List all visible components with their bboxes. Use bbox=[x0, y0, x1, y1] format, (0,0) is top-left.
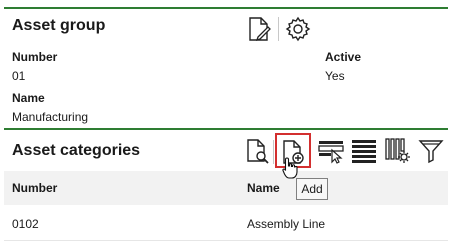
toolbar-separator bbox=[273, 140, 274, 164]
table-row[interactable]: 0102 Assembly Line bbox=[4, 205, 448, 241]
hand-cursor-icon bbox=[282, 157, 298, 179]
table-header: Number Name bbox=[4, 171, 448, 205]
toolbar-separator bbox=[278, 17, 279, 41]
row-number-cell: 0102 bbox=[12, 217, 39, 231]
add-tooltip: Add bbox=[296, 178, 328, 200]
row-name-cell: Assembly Line bbox=[247, 217, 326, 231]
column-header-number[interactable]: Number bbox=[12, 181, 57, 195]
active-value: Yes bbox=[325, 69, 345, 83]
number-value: 01 bbox=[12, 69, 26, 83]
list-view-icon[interactable] bbox=[351, 139, 377, 163]
column-header-name[interactable]: Name bbox=[247, 181, 280, 195]
section-divider bbox=[4, 128, 448, 130]
name-value: Manufacturing bbox=[12, 110, 89, 124]
filter-icon[interactable] bbox=[418, 138, 444, 164]
select-row-icon[interactable] bbox=[317, 138, 345, 164]
edit-document-icon[interactable] bbox=[246, 16, 272, 42]
active-label: Active bbox=[325, 50, 362, 64]
search-document-icon[interactable] bbox=[244, 137, 270, 165]
top-divider bbox=[4, 7, 448, 9]
name-label: Name bbox=[12, 91, 45, 105]
number-label: Number bbox=[12, 50, 58, 64]
asset-categories-title: Asset categories bbox=[12, 142, 141, 159]
gear-icon[interactable] bbox=[285, 16, 311, 42]
column-settings-icon[interactable] bbox=[384, 137, 412, 165]
asset-group-title: Asset group bbox=[12, 17, 106, 34]
